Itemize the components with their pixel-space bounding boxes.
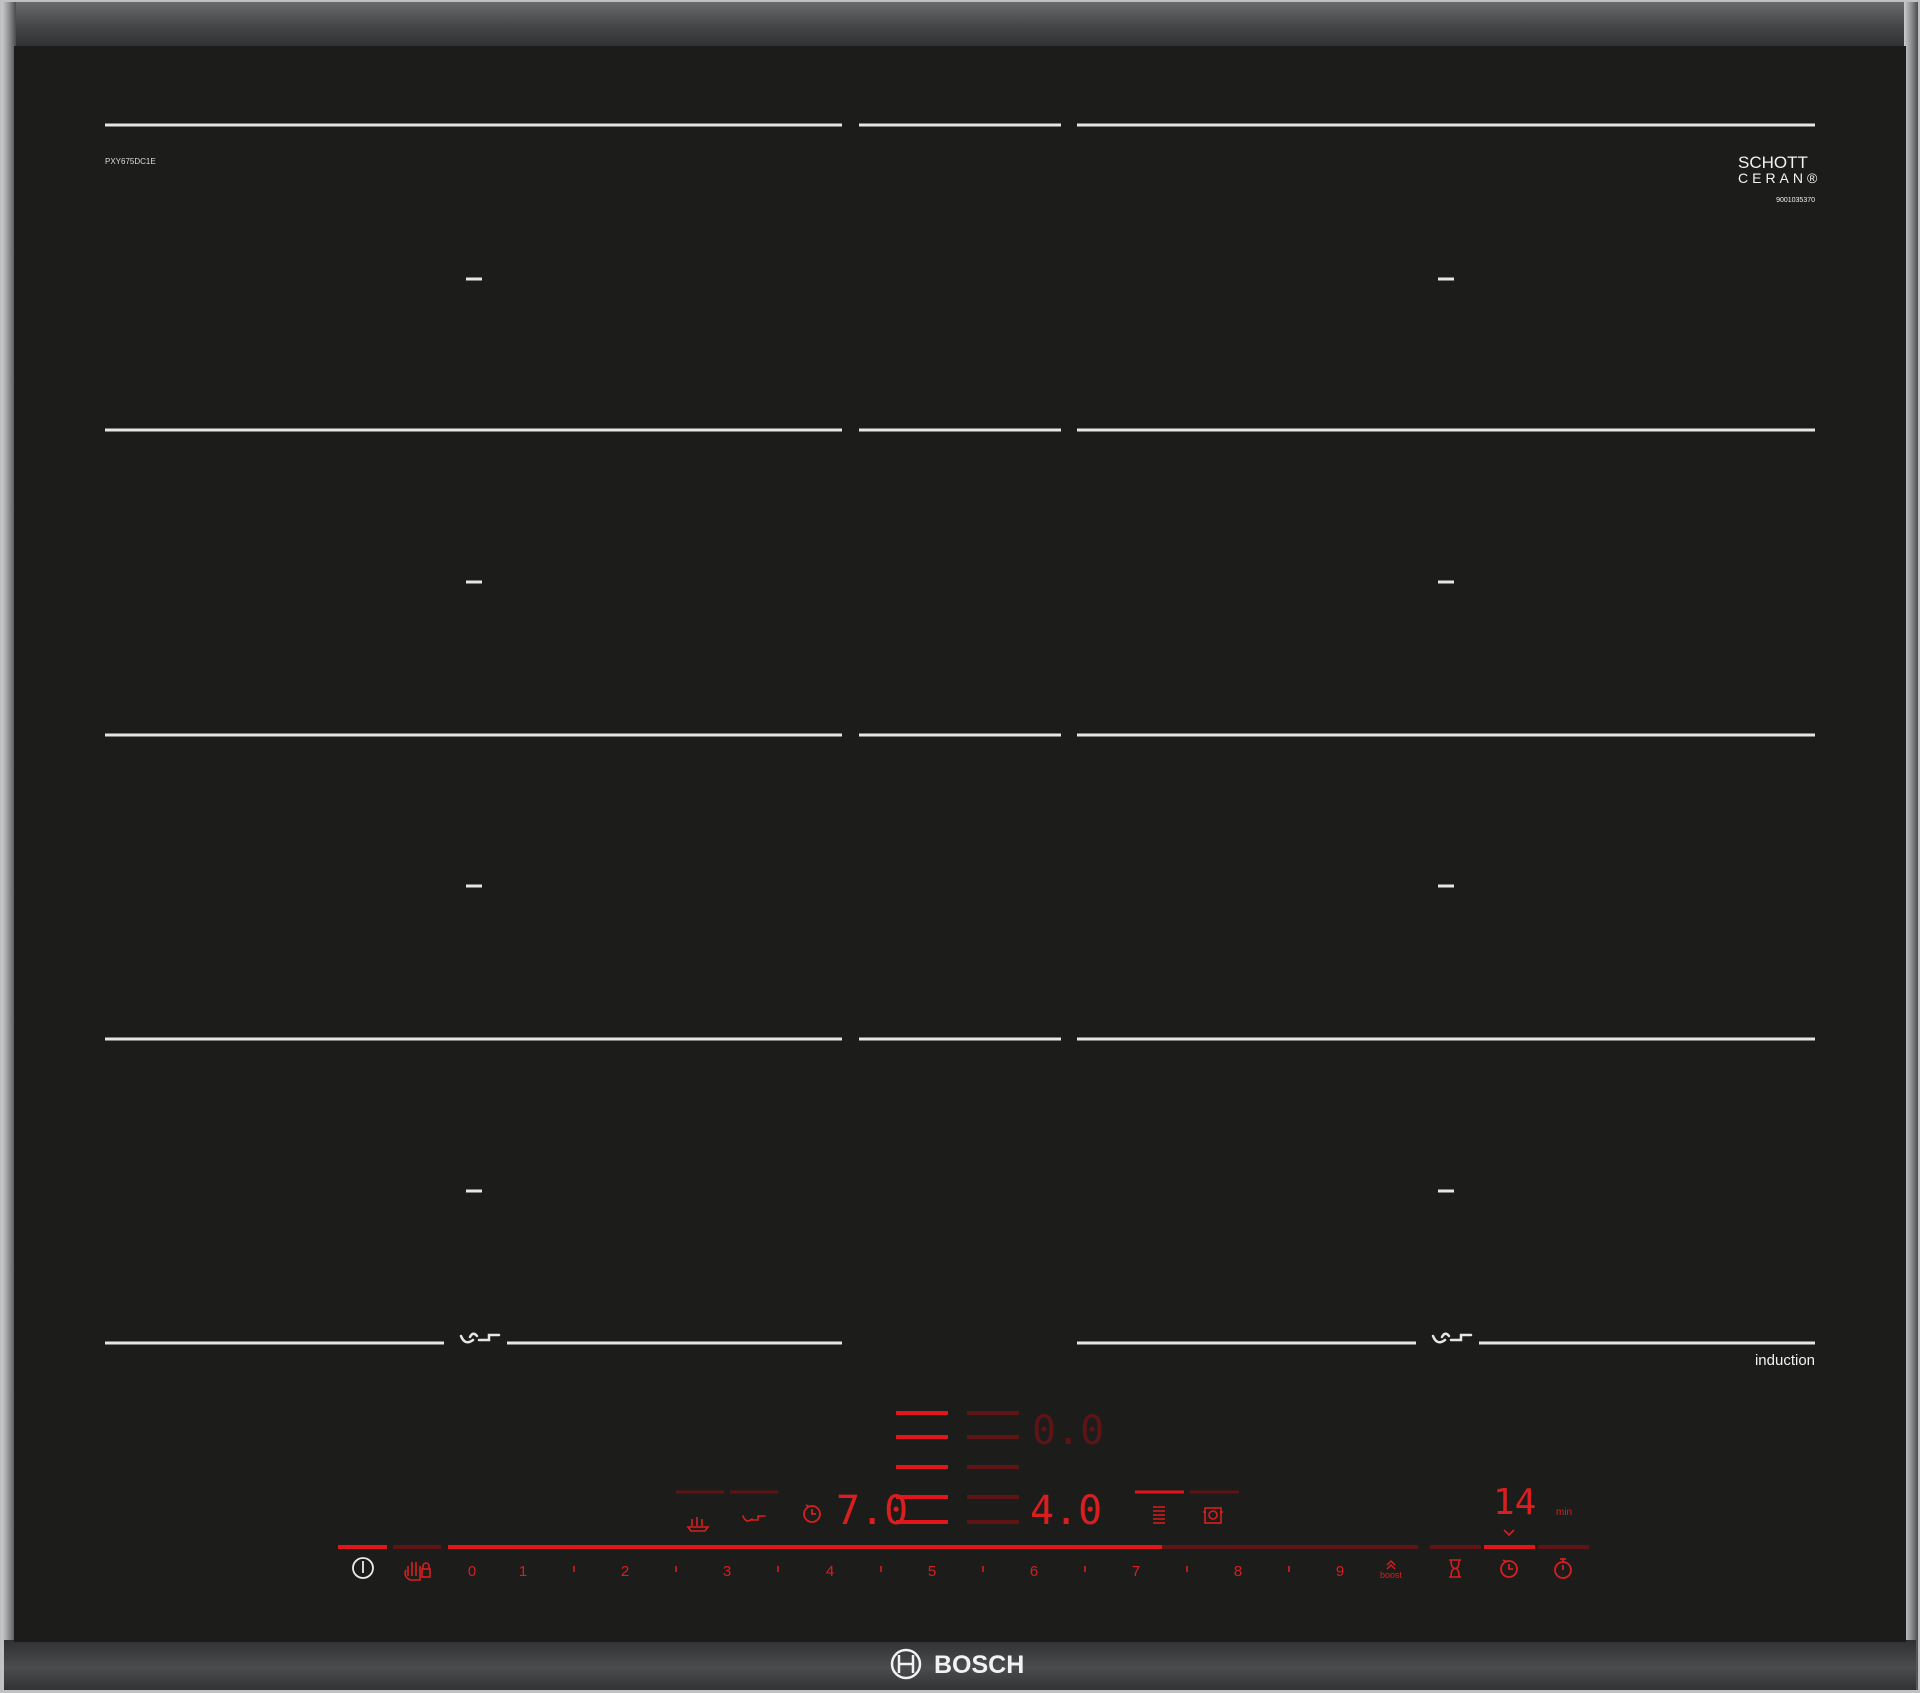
boost-label: boost	[1380, 1570, 1403, 1580]
left-zone-power-display: 7.0	[836, 1488, 908, 1534]
power-level-8[interactable]: 8	[1234, 1563, 1242, 1580]
frame-right-edge	[1904, 2, 1918, 1690]
upper-zone-readout: 0.0	[1032, 1408, 1104, 1454]
power-level-6[interactable]: 6	[1030, 1563, 1038, 1580]
model-code-label: PXY675DC1E	[105, 157, 156, 166]
frame-left-edge	[2, 2, 16, 1690]
frame-top-edge	[4, 2, 1916, 50]
power-level-4[interactable]: 4	[826, 1563, 834, 1580]
right-zone-power-display: 4.0	[1030, 1488, 1102, 1534]
timer-unit-label: min	[1556, 1507, 1572, 1518]
power-level-2[interactable]: 2	[621, 1563, 629, 1580]
power-level-9[interactable]: 9	[1336, 1563, 1344, 1580]
timer-display: 14	[1493, 1482, 1536, 1523]
induction-label: induction	[1755, 1352, 1815, 1369]
power-level-3[interactable]: 3	[723, 1563, 731, 1580]
induction-hob: PXY675DC1E SCHOTT CERAN® 9001035370 indu…	[0, 0, 1920, 1693]
brand-name: BOSCH	[934, 1651, 1024, 1679]
power-level-0[interactable]: 0	[468, 1563, 476, 1580]
power-level-7[interactable]: 7	[1132, 1563, 1140, 1580]
glass-ceramic-surface	[14, 46, 1906, 1642]
power-level-1[interactable]: 1	[519, 1563, 527, 1580]
glass-serial-number: 9001035370	[1776, 197, 1815, 204]
power-level-5[interactable]: 5	[928, 1563, 936, 1580]
glass-brand-line2: CERAN®	[1738, 170, 1821, 186]
